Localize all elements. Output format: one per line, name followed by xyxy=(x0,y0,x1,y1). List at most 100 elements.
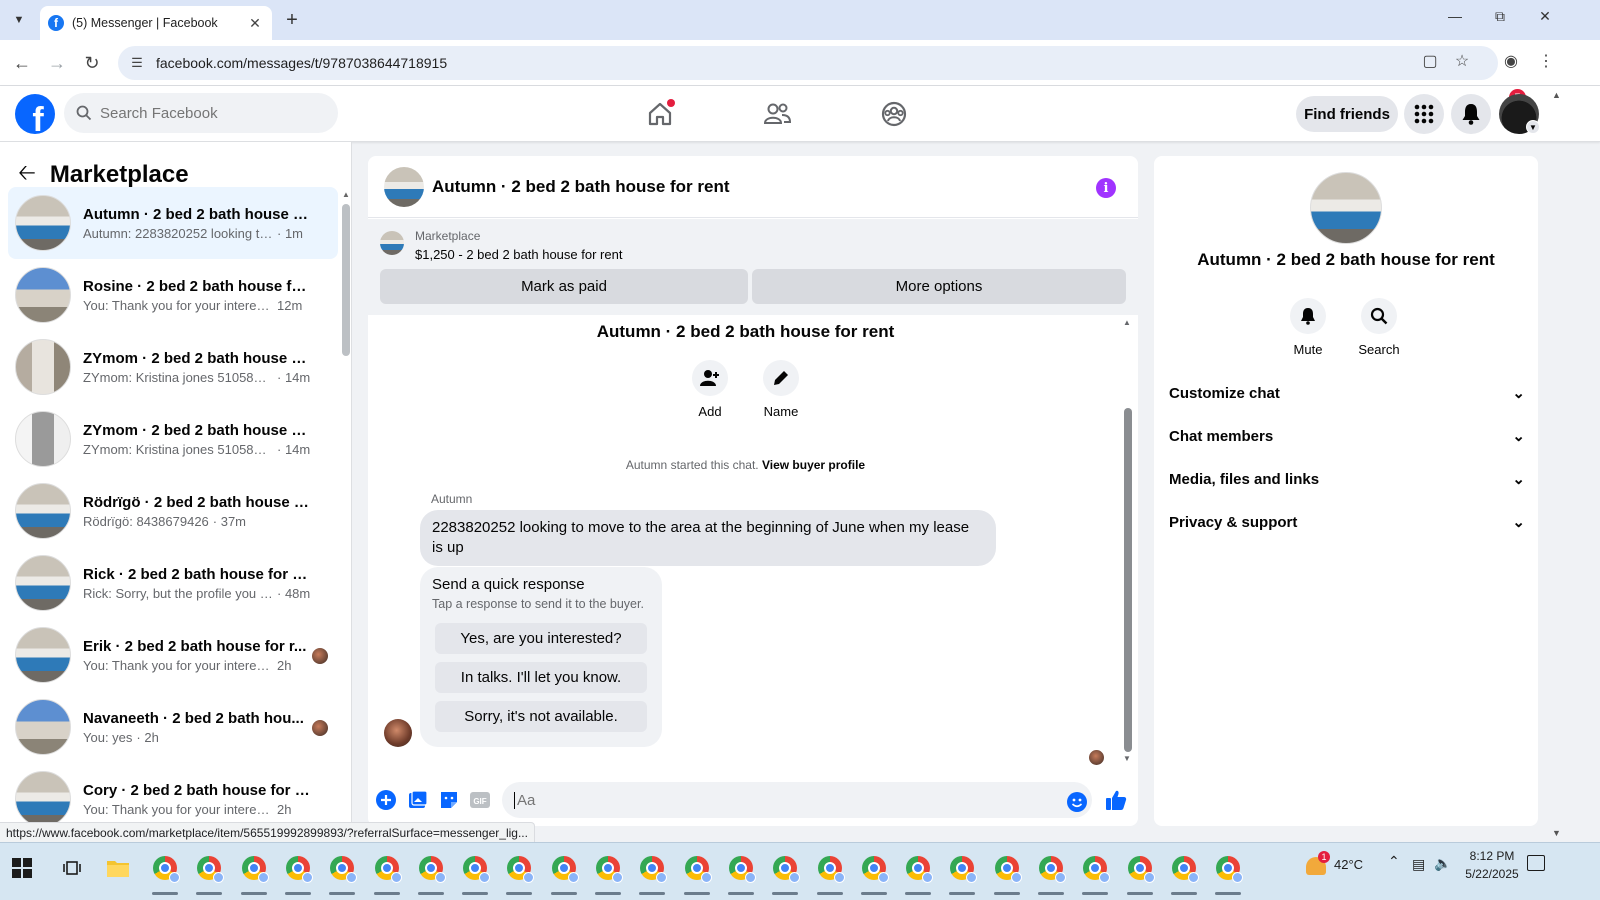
taskbar-chrome-icon[interactable] xyxy=(860,854,889,883)
task-view-icon[interactable] xyxy=(58,854,86,882)
file-explorer-icon[interactable] xyxy=(104,854,132,882)
thumbs-up-icon[interactable] xyxy=(1104,788,1128,812)
incoming-message-bubble[interactable]: 2283820252 looking to move to the area a… xyxy=(420,510,996,566)
chat-avatar[interactable] xyxy=(384,166,424,207)
taskbar-chrome-icon[interactable] xyxy=(505,854,535,883)
conversation-item[interactable]: ZYmom · 2 bed 2 bath house for... ZYmom: … xyxy=(8,403,338,475)
listing-large-avatar[interactable] xyxy=(1310,172,1382,244)
customize-chat-section[interactable]: Customize chat ⌄ xyxy=(1169,373,1525,413)
taskbar-chrome-icon[interactable] xyxy=(417,854,446,883)
taskbar-chrome-icon[interactable] xyxy=(948,854,978,883)
account-chevron-down-icon[interactable]: ▼ xyxy=(1526,120,1540,134)
restore-icon[interactable]: ⧉ xyxy=(1485,8,1515,25)
mute-action[interactable]: Mute xyxy=(1273,298,1343,357)
menu-grid-button[interactable] xyxy=(1404,94,1444,134)
message-input-box[interactable] xyxy=(502,782,1092,818)
conversation-item[interactable]: ZYmom · 2 bed 2 bath house for... ZYmom: … xyxy=(8,331,338,403)
info-icon[interactable]: i xyxy=(1096,178,1116,198)
facebook-logo-icon[interactable]: f xyxy=(15,94,55,134)
taskbar-chrome-icon[interactable] xyxy=(195,854,225,883)
notification-center-icon[interactable] xyxy=(1527,855,1545,871)
listing-thumbnail[interactable] xyxy=(380,231,404,255)
nav-home[interactable] xyxy=(605,86,715,142)
attach-photo-icon[interactable] xyxy=(406,788,430,812)
mark-as-paid-button[interactable]: Mark as paid xyxy=(380,269,748,304)
taskbar-chrome-icon[interactable] xyxy=(993,854,1022,883)
windows-start-icon[interactable] xyxy=(12,858,32,878)
sidebar-scroll-up-icon[interactable]: ▲ xyxy=(342,190,350,199)
sender-avatar[interactable] xyxy=(384,719,412,747)
conversation-item[interactable]: Rödrïgö · 2 bed 2 bath house fo... Rödrïg… xyxy=(8,475,338,547)
taskbar-chrome-icon[interactable] xyxy=(373,854,402,883)
chat-scroll-up-icon[interactable]: ▲ xyxy=(1123,318,1131,327)
reload-icon[interactable]: ↻ xyxy=(80,51,104,75)
minimize-icon[interactable]: — xyxy=(1440,8,1470,24)
listing-price-title[interactable]: $1,250 - 2 bed 2 bath house for rent xyxy=(415,247,622,262)
browser-tab-active[interactable]: f (5) Messenger | Facebook ✕ xyxy=(40,6,272,40)
page-scroll-up-icon[interactable]: ▲ xyxy=(1552,90,1561,100)
add-people-action[interactable]: Add xyxy=(680,360,740,419)
conversation-item[interactable]: Rick · 2 bed 2 bath house for rent Rick: … xyxy=(8,547,338,619)
emoji-icon[interactable] xyxy=(1067,792,1087,812)
conversation-item[interactable]: Erik · 2 bed 2 bath house for r... You: T… xyxy=(8,619,338,691)
facebook-search-box[interactable] xyxy=(64,93,338,133)
gif-icon[interactable]: GIF xyxy=(468,788,492,812)
network-icon[interactable]: ▤ xyxy=(1412,856,1425,873)
profile-icon[interactable]: ◉ xyxy=(1497,47,1525,75)
quick-response-unavailable-button[interactable]: Sorry, it's not available. xyxy=(435,701,647,732)
site-settings-icon[interactable]: ☰ xyxy=(128,54,146,72)
search-in-chat-action[interactable]: Search xyxy=(1344,298,1414,357)
chat-scrollbar[interactable] xyxy=(1124,408,1132,752)
tray-chevron-up-icon[interactable]: ⌃ xyxy=(1388,853,1400,870)
install-app-icon[interactable]: ▢ xyxy=(1416,47,1444,75)
browser-menu-icon[interactable]: ⋮ xyxy=(1532,47,1560,75)
taskbar-chrome-icon[interactable] xyxy=(594,854,623,883)
taskbar-chrome-icon[interactable] xyxy=(550,854,579,883)
quick-response-talks-button[interactable]: In talks. I'll let you know. xyxy=(435,662,647,693)
nav-groups[interactable] xyxy=(839,86,949,142)
taskbar-chrome-icon[interactable] xyxy=(1170,854,1199,883)
taskbar-chrome-icon[interactable] xyxy=(240,854,269,883)
bookmark-star-icon[interactable]: ☆ xyxy=(1448,47,1476,75)
quick-response-yes-button[interactable]: Yes, are you interested? xyxy=(435,623,647,654)
conversation-item[interactable]: Navaneeth · 2 bed 2 bath hou... You: yes ·… xyxy=(8,691,338,763)
media-files-section[interactable]: Media, files and links ⌄ xyxy=(1169,459,1525,499)
chat-scroll-down-icon[interactable]: ▼ xyxy=(1123,754,1131,763)
sidebar-scrollbar[interactable] xyxy=(342,204,350,356)
address-bar[interactable]: ☰ facebook.com/messages/t/97870386447189… xyxy=(118,46,1498,80)
conversation-item[interactable]: Autumn · 2 bed 2 bath house fo... Autumn:… xyxy=(8,187,338,259)
message-input[interactable] xyxy=(514,791,1054,809)
new-tab-button[interactable]: + xyxy=(280,8,304,32)
name-chat-action[interactable]: Name xyxy=(751,360,811,419)
page-scroll-down-icon[interactable]: ▼ xyxy=(1552,828,1561,838)
more-actions-icon[interactable] xyxy=(374,788,398,812)
search-input[interactable] xyxy=(100,104,320,122)
notifications-button[interactable] xyxy=(1451,94,1491,134)
chat-title[interactable]: Autumn · 2 bed 2 bath house for rent xyxy=(432,177,730,197)
view-buyer-profile-link[interactable]: View buyer profile xyxy=(762,458,865,472)
taskbar-chrome-icon[interactable] xyxy=(1081,854,1111,883)
taskbar-chrome-icon[interactable] xyxy=(727,854,756,883)
window-close-icon[interactable]: ✕ xyxy=(1530,8,1560,25)
privacy-support-section[interactable]: Privacy & support ⌄ xyxy=(1169,502,1525,542)
taskbar-chrome-icon[interactable] xyxy=(1126,854,1155,883)
clock-time[interactable]: 8:12 PM xyxy=(1462,849,1522,863)
taskbar-chrome-icon[interactable] xyxy=(683,854,712,883)
tab-search-button[interactable]: ▼ xyxy=(6,8,32,32)
taskbar-chrome-icon[interactable] xyxy=(904,854,934,883)
taskbar-chrome-icon[interactable] xyxy=(771,854,801,883)
sticker-icon[interactable] xyxy=(437,788,461,812)
more-options-button[interactable]: More options xyxy=(752,269,1126,304)
taskbar-chrome-icon[interactable] xyxy=(638,854,668,883)
find-friends-button[interactable]: Find friends xyxy=(1296,96,1398,132)
clock-date[interactable]: 5/22/2025 xyxy=(1456,867,1528,881)
nav-friends[interactable] xyxy=(722,86,832,142)
tab-close-icon[interactable]: ✕ xyxy=(246,15,264,32)
back-icon[interactable]: ← xyxy=(10,51,34,75)
chat-members-section[interactable]: Chat members ⌄ xyxy=(1169,416,1525,456)
taskbar-chrome-icon[interactable] xyxy=(816,854,845,883)
taskbar-chrome-icon[interactable] xyxy=(328,854,358,883)
taskbar-chrome-icon[interactable] xyxy=(1037,854,1066,883)
taskbar-chrome-icon[interactable] xyxy=(151,854,180,883)
forward-icon[interactable]: → xyxy=(45,51,69,75)
